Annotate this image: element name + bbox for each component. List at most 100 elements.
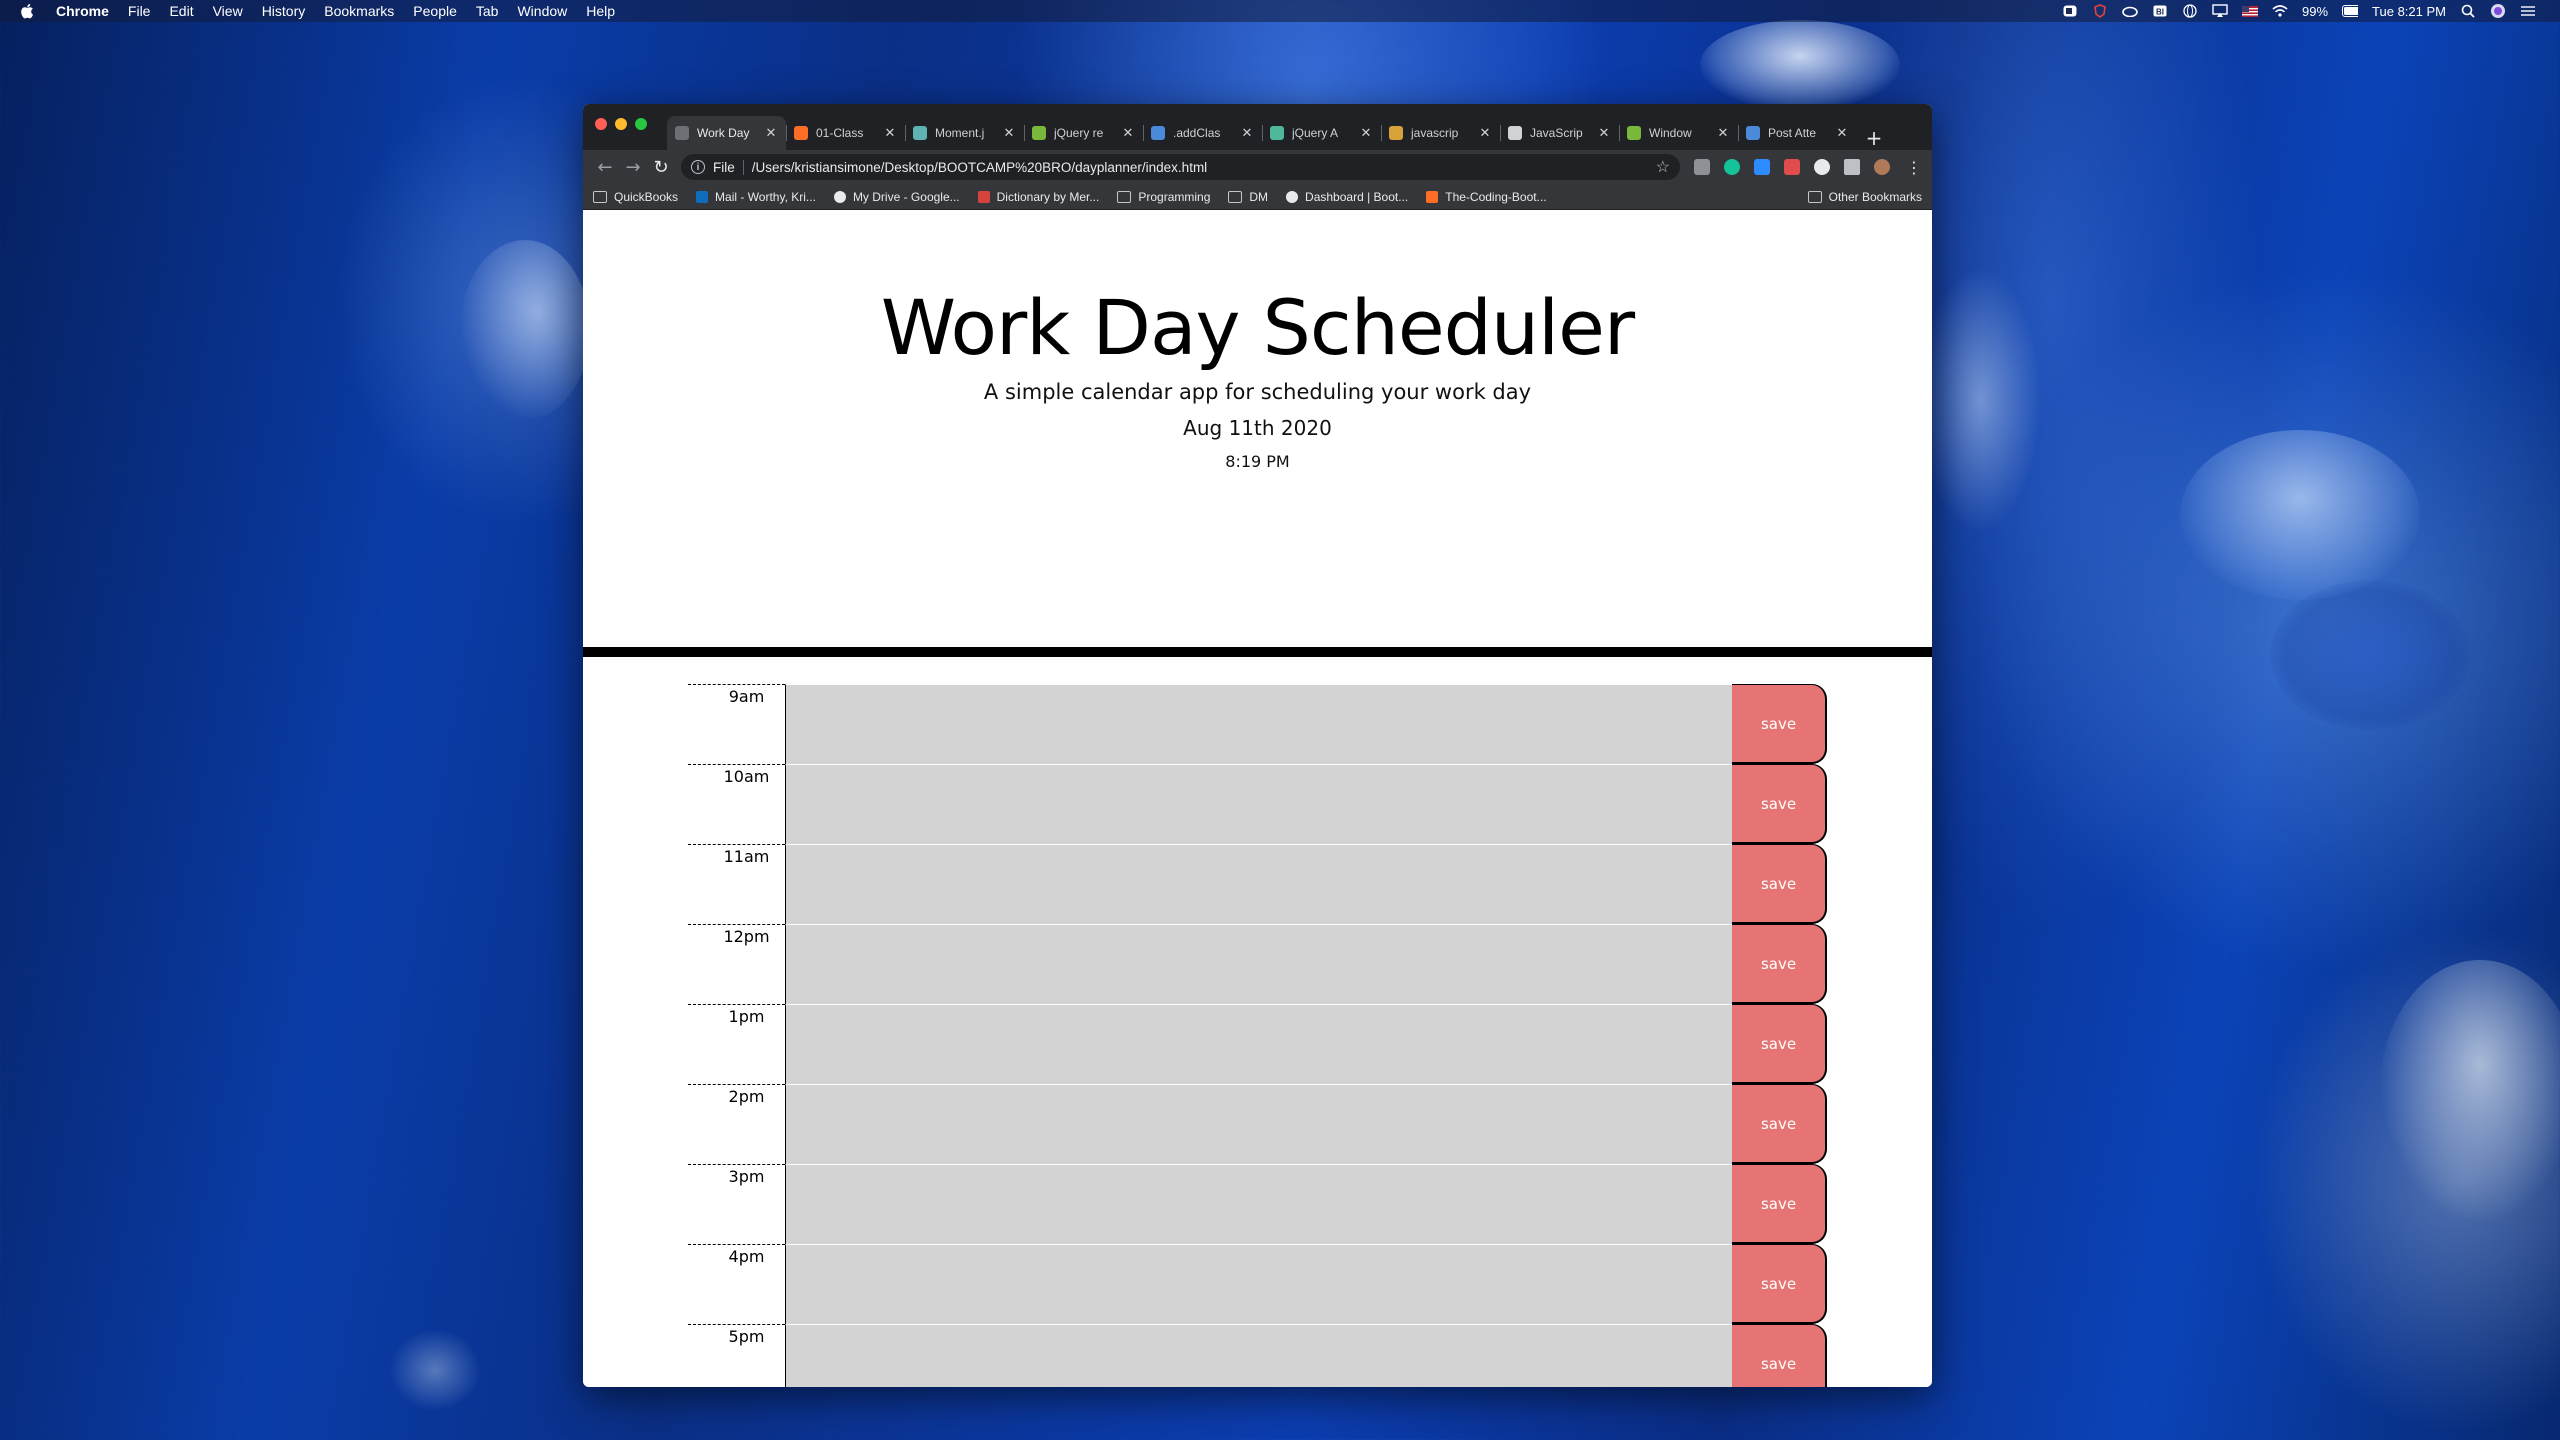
apple-icon[interactable] [20,3,34,19]
wifi-icon[interactable] [2272,4,2288,18]
save-button[interactable]: save [1732,1164,1827,1244]
minimize-window-button[interactable] [615,118,627,130]
bookmark-favicon-icon [977,190,990,203]
other-bookmarks[interactable]: Other Bookmarks [1807,190,1922,204]
browser-tab[interactable]: jQuery re ✕ [1024,116,1143,150]
menu-edit[interactable]: Edit [169,3,193,19]
browser-tab[interactable]: 01-Class ✕ [786,116,905,150]
menu-view[interactable]: View [213,3,243,19]
close-tab-icon[interactable]: ✕ [1835,125,1849,141]
save-button[interactable]: save [1732,1324,1827,1387]
event-textarea[interactable] [785,1004,1732,1084]
browser-tab[interactable]: Window ✕ [1619,116,1738,150]
page-subtitle: A simple calendar app for scheduling you… [983,380,1532,404]
bookmark-item[interactable]: Dashboard | Boot... [1286,190,1408,204]
hour-label: 9am [688,684,785,764]
close-tab-icon[interactable]: ✕ [1597,125,1611,141]
info-icon[interactable]: i [691,160,705,174]
event-textarea[interactable] [785,924,1732,1004]
event-textarea[interactable] [785,1084,1732,1164]
reload-icon[interactable]: ↻ [647,153,675,181]
save-button[interactable]: save [1732,1004,1827,1084]
bookmark-item[interactable]: Programming [1117,190,1210,204]
bookmark-favicon-icon [1426,190,1439,203]
bartender-icon[interactable]: BI [2152,4,2168,18]
zoom-extension-icon[interactable] [1754,159,1770,175]
event-textarea[interactable] [785,1244,1732,1324]
browser-tab[interactable]: Moment.j ✕ [905,116,1024,150]
globe-icon[interactable] [2182,4,2198,18]
browser-tab[interactable]: Work Day ✕ [667,116,786,150]
save-button[interactable]: save [1732,924,1827,1004]
extension-icon[interactable] [1814,159,1830,175]
profile-avatar[interactable] [1874,159,1890,175]
bookmark-item[interactable]: Mail - Worthy, Kri... [696,190,816,204]
spotlight-search-icon[interactable] [2460,4,2476,18]
new-tab-button[interactable]: + [1857,126,1891,150]
maximize-window-button[interactable] [635,118,647,130]
close-tab-icon[interactable]: ✕ [883,125,897,141]
close-tab-icon[interactable]: ✕ [764,125,778,141]
save-button[interactable]: save [1732,764,1827,844]
bookmark-item[interactable]: My Drive - Google... [833,190,960,204]
bookmark-item[interactable]: QuickBooks [593,190,678,204]
tab-title: .addClas [1173,126,1221,140]
extension-icon[interactable] [1694,159,1710,175]
menu-help[interactable]: Help [586,3,615,19]
flag-us-icon[interactable] [2242,4,2259,18]
menu-bookmarks[interactable]: Bookmarks [324,3,394,19]
battery-icon[interactable] [2342,4,2359,18]
bookmark-star-icon[interactable]: ☆ [1656,157,1670,177]
event-textarea[interactable] [785,684,1732,764]
menu-chrome[interactable]: Chrome [56,3,109,19]
grammarly-icon[interactable] [1724,159,1740,175]
close-tab-icon[interactable]: ✕ [1240,125,1254,141]
event-textarea[interactable] [785,1164,1732,1244]
zoom-icon[interactable] [2062,4,2078,18]
menu-tab[interactable]: Tab [476,3,499,19]
menu-window[interactable]: Window [517,3,567,19]
url-text[interactable]: /Users/kristiansimone/Desktop/BOOTCAMP%2… [752,160,1656,175]
browser-tab[interactable]: JavaScrip ✕ [1500,116,1619,150]
menu-people[interactable]: People [413,3,457,19]
bookmark-favicon-icon [1286,190,1299,203]
creative-cloud-icon[interactable] [2122,4,2138,18]
event-textarea[interactable] [785,844,1732,924]
page-title: Work Day Scheduler [880,283,1635,372]
hour-label: 11am [688,844,785,924]
menu-file[interactable]: File [128,3,151,19]
save-button[interactable]: save [1732,1084,1827,1164]
menubar-clock[interactable]: Tue 8:21 PM [2372,4,2446,19]
forward-arrow-icon[interactable]: → [619,153,647,181]
back-arrow-icon[interactable]: ← [591,153,619,181]
bookmark-item[interactable]: Dictionary by Mer... [977,190,1099,204]
save-button[interactable]: save [1732,1244,1827,1324]
browser-tab[interactable]: jQuery A ✕ [1262,116,1381,150]
close-tab-icon[interactable]: ✕ [1716,125,1730,141]
screencastify-icon[interactable] [1784,159,1800,175]
save-button[interactable]: save [1732,844,1827,924]
save-button[interactable]: save [1732,684,1827,764]
event-textarea[interactable] [785,1324,1732,1387]
bookmark-item[interactable]: DM [1228,190,1268,204]
notification-center-icon[interactable] [2520,4,2536,18]
address-bar[interactable]: i File /Users/kristiansimone/Desktop/BOO… [681,154,1680,180]
airplay-icon[interactable] [2212,4,2228,18]
close-window-button[interactable] [595,118,607,130]
browser-tab[interactable]: Post Atte ✕ [1738,116,1857,150]
close-tab-icon[interactable]: ✕ [1121,125,1135,141]
browser-tab[interactable]: javascrip ✕ [1381,116,1500,150]
close-tab-icon[interactable]: ✕ [1359,125,1373,141]
puzzle-icon[interactable] [1844,159,1860,175]
shield-icon[interactable] [2092,4,2108,18]
menu-history[interactable]: History [262,3,306,19]
browser-tab[interactable]: .addClas ✕ [1143,116,1262,150]
tab-title: jQuery re [1054,126,1104,140]
more-menu-icon[interactable]: ⋮ [1904,158,1924,177]
event-textarea[interactable] [785,764,1732,844]
bookmark-item[interactable]: The-Coding-Boot... [1426,190,1547,204]
close-tab-icon[interactable]: ✕ [1478,125,1492,141]
hour-label: 10am [688,764,785,844]
siri-icon[interactable] [2490,4,2506,18]
close-tab-icon[interactable]: ✕ [1002,125,1016,141]
